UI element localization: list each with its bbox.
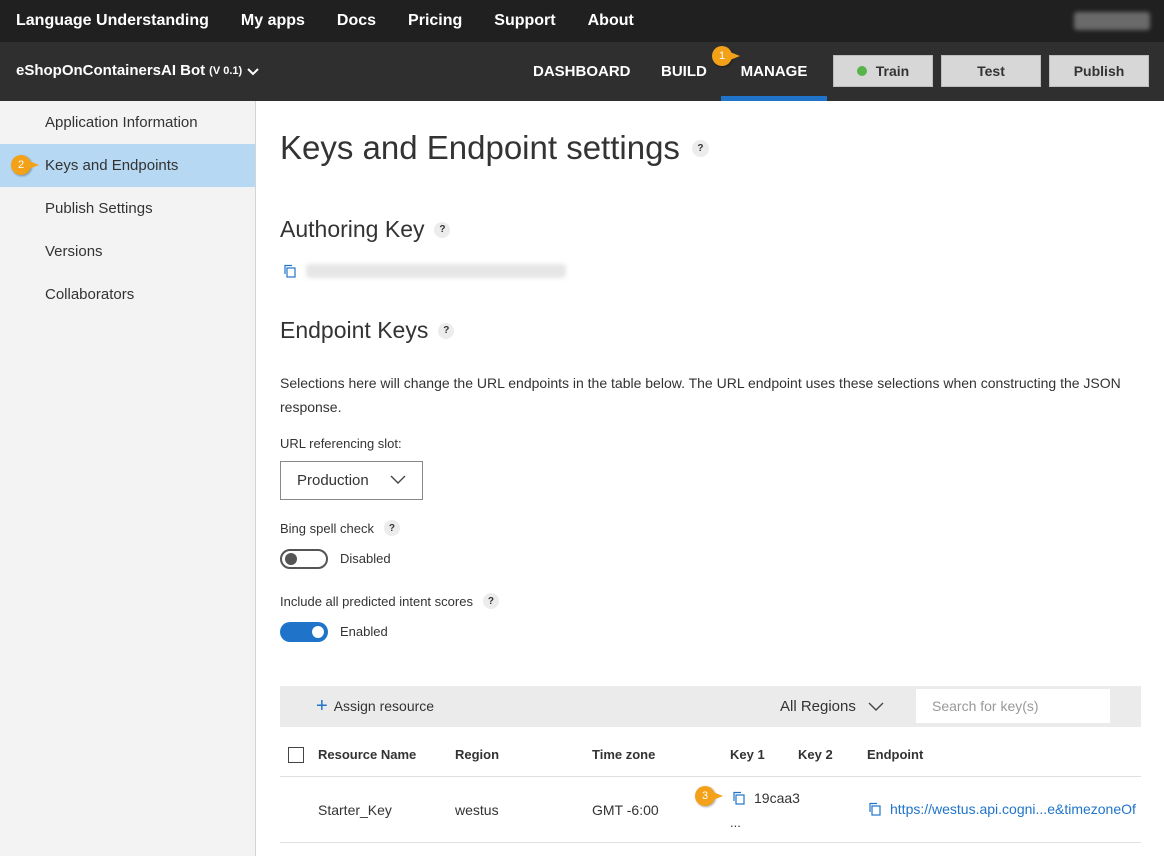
nav-pricing[interactable]: Pricing	[408, 12, 462, 30]
toggle-knob	[285, 553, 297, 565]
toggle-knob	[312, 626, 324, 638]
train-status-icon	[856, 66, 867, 76]
train-button[interactable]: Train	[833, 55, 933, 87]
table-header: Resource Name Region Time zone Key 1 Key…	[280, 733, 1141, 777]
tab-build[interactable]: BUILD	[661, 42, 707, 101]
cell-key1: 19caa3	[732, 790, 800, 806]
app-version: (V 0.1)	[209, 64, 243, 77]
chevron-down-icon	[868, 702, 884, 711]
bing-help-icon[interactable]: ?	[383, 520, 400, 536]
search-keys-input[interactable]	[916, 689, 1110, 723]
intent-scores-label: Include all predicted intent scores ?	[280, 593, 499, 609]
sidebar-item-collaborators[interactable]: Collaborators	[0, 273, 255, 316]
sidebar-item-publish-settings[interactable]: Publish Settings	[0, 187, 255, 230]
nav-language-understanding[interactable]: Language Understanding	[16, 12, 209, 30]
slot-dropdown[interactable]: Production	[280, 461, 423, 500]
bing-spell-check-label: Bing spell check ?	[280, 520, 400, 536]
header-key1[interactable]: Key 1	[730, 747, 765, 762]
train-label: Train	[875, 63, 910, 79]
scores-help-icon[interactable]: ?	[482, 593, 499, 609]
cell-endpoint: https://westus.api.cogni...e&timezoneOf	[868, 801, 1136, 817]
scores-label-text: Include all predicted intent scores	[280, 593, 473, 609]
test-button[interactable]: Test	[941, 55, 1041, 87]
user-name-blurred[interactable]	[1074, 12, 1150, 30]
regions-dropdown[interactable]: All Regions	[780, 698, 884, 715]
assign-resource-button[interactable]: + Assign resource	[316, 695, 435, 717]
endpoint-keys-help-icon[interactable]: ?	[438, 322, 455, 339]
endpoint-keys-heading-text: Endpoint Keys	[280, 317, 429, 343]
nav-docs[interactable]: Docs	[337, 12, 376, 30]
header-endpoint[interactable]: Endpoint	[867, 747, 923, 762]
publish-button[interactable]: Publish	[1049, 55, 1149, 87]
plus-icon: +	[316, 695, 328, 717]
authoring-key-help-icon[interactable]: ?	[434, 221, 451, 238]
sidebar: Application Information Keys and Endpoin…	[0, 101, 256, 856]
cell-region: westus	[455, 802, 499, 818]
scores-toggle-state: Enabled	[340, 624, 388, 639]
header-key2[interactable]: Key 2	[798, 747, 833, 762]
key1-value: 19caa3	[754, 790, 800, 806]
copy-authoring-key-icon[interactable]	[283, 264, 297, 278]
app-bar: eShopOnContainersAI Bot (V 0.1) DASHBOAR…	[0, 42, 1164, 101]
step-badge-3: 3	[695, 786, 723, 806]
nav-support[interactable]: Support	[494, 12, 555, 30]
endpoint-description: Selections here will change the URL endp…	[280, 375, 1121, 415]
resource-toolbar: + Assign resource All Regions	[280, 686, 1141, 727]
bing-label-text: Bing spell check	[280, 520, 374, 536]
chevron-down-icon	[247, 67, 259, 75]
step-badge-1: 1	[712, 46, 740, 66]
nav-my-apps[interactable]: My apps	[241, 12, 305, 30]
page-title-text: Keys and Endpoint settings	[280, 129, 680, 166]
endpoint-link[interactable]: https://westus.api.cogni...e&timezoneOf	[890, 801, 1136, 817]
chevron-down-icon	[390, 475, 406, 484]
app-selector[interactable]: eShopOnContainersAI Bot (V 0.1)	[16, 62, 260, 79]
endpoint-keys-heading: Endpoint Keys ?	[280, 317, 455, 344]
authoring-key-value-blurred	[306, 264, 566, 278]
key1-ellipsis: ...	[730, 815, 741, 830]
step-badge-2: 2	[11, 155, 39, 175]
header-region[interactable]: Region	[455, 747, 499, 762]
slot-label: URL referencing slot:	[280, 436, 402, 451]
sidebar-item-versions[interactable]: Versions	[0, 230, 255, 273]
sidebar-item-application-information[interactable]: Application Information	[0, 101, 255, 144]
header-time-zone[interactable]: Time zone	[592, 747, 655, 762]
page-title: Keys and Endpoint settings ?	[280, 129, 709, 167]
tab-manage[interactable]: MANAGE	[721, 42, 827, 101]
assign-resource-label: Assign resource	[333, 698, 435, 714]
cell-resource-name: Starter_Key	[318, 802, 392, 818]
select-all-checkbox[interactable]	[288, 747, 304, 763]
header-resource-name[interactable]: Resource Name	[318, 747, 416, 762]
bing-spell-check-toggle[interactable]	[280, 549, 328, 569]
app-name: eShopOnContainersAI Bot	[16, 62, 206, 79]
authoring-key-heading: Authoring Key ?	[280, 216, 451, 243]
cell-time-zone: GMT -6:00	[592, 802, 659, 818]
help-icon[interactable]: ?	[691, 139, 709, 157]
intent-scores-toggle[interactable]	[280, 622, 328, 642]
copy-key1-icon[interactable]	[732, 791, 746, 805]
nav-about[interactable]: About	[588, 12, 634, 30]
slot-dropdown-value: Production	[297, 472, 369, 489]
authoring-key-heading-text: Authoring Key	[280, 216, 425, 242]
tab-dashboard[interactable]: DASHBOARD	[533, 42, 631, 101]
bing-toggle-state: Disabled	[340, 551, 391, 566]
top-nav: Language Understanding My apps Docs Pric…	[0, 0, 1164, 42]
regions-value: All Regions	[780, 698, 856, 715]
copy-endpoint-icon[interactable]	[868, 802, 882, 816]
main-content: Keys and Endpoint settings ? Authoring K…	[256, 101, 1164, 856]
